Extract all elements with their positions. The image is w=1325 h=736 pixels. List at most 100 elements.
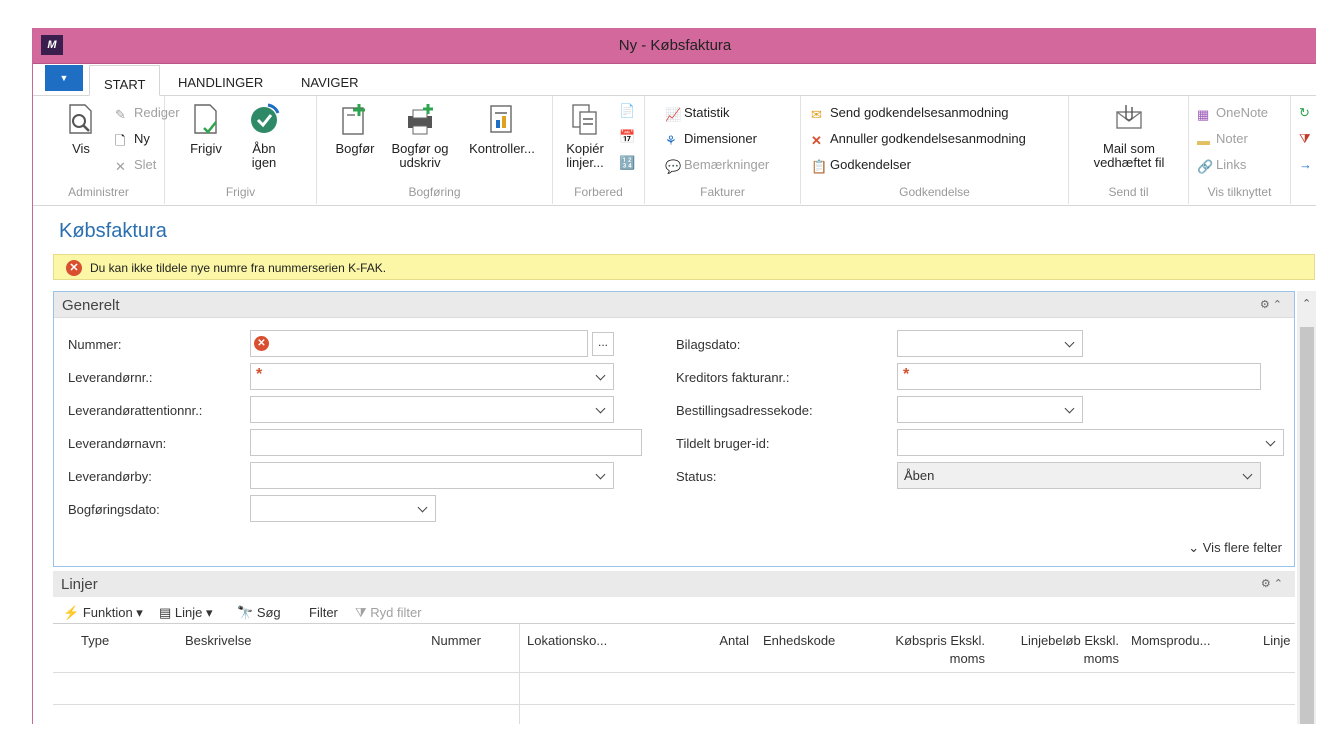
group-godkendelse: ✉ Send godkendelsesanmodning ✕ Annuller go… (801, 96, 1069, 204)
bogfor-button[interactable]: Bogfør (333, 102, 377, 156)
frigiv-button[interactable]: Frigiv (183, 102, 229, 156)
aabn-igen-button[interactable]: Åbn igen (243, 102, 285, 170)
kopier-linjer-button[interactable]: Kopiér linjer... (563, 102, 607, 170)
kreditors-fakturanr-field[interactable]: * (897, 363, 1261, 390)
column-header-momsprodu[interactable]: Momsprodu... (1131, 632, 1210, 650)
group-label: Forbered (574, 185, 623, 199)
column-header-linje[interactable]: Linje (1263, 632, 1290, 650)
links-button[interactable]: 🔗 Links (1197, 156, 1246, 174)
group-label: Vis tilknyttet (1207, 185, 1272, 199)
bogfor-og-udskriv-button[interactable]: Bogfør og udskriv (385, 102, 455, 170)
group-bogforing: Bogfør Bogfør og udskriv Kontroller... Bo… (317, 96, 553, 204)
label-leverandorattention: Leverandørattentionnr.: (68, 403, 203, 418)
section-settings-icon[interactable]: ⚙ ⌃ (1260, 298, 1282, 311)
tab-start[interactable]: START (89, 65, 161, 96)
error-text: Du kan ikke tildele nye numre fra nummer… (90, 261, 387, 275)
annuller-godkendelsesanmodning-button[interactable]: ✕ Annuller godkendelsesanmodning (811, 130, 1026, 148)
bilagsdato-field[interactable] (897, 330, 1083, 357)
nummer-field[interactable]: ✕ (250, 330, 588, 357)
send-godkendelsesanmodning-button[interactable]: ✉ Send godkendelsesanmodning (811, 104, 1009, 122)
email-attachment-icon (1116, 105, 1142, 129)
godkendelser-button[interactable]: 📋 Godkendelser (811, 156, 911, 174)
vis-label: Vis (72, 141, 90, 156)
ny-button[interactable]: 🗋 Ny (115, 130, 150, 148)
leverandornavn-field[interactable] (250, 429, 642, 456)
group-label: Send til (1108, 185, 1149, 199)
ribbon-tabs: ▼ START HANDLINGER NAVIGER (33, 65, 1316, 96)
tab-handlinger[interactable]: HANDLINGER (178, 75, 263, 90)
mail-som-vedhaeftet-fil-button[interactable]: Mail som vedhæftet fil (1079, 102, 1179, 170)
kontroller-button[interactable]: Kontroller... (463, 102, 541, 156)
status-value: Åben (904, 468, 935, 483)
column-header-kobspris[interactable]: Købspris Ekskl. moms (861, 632, 985, 668)
post-icon (342, 104, 365, 135)
leverandorattention-field[interactable] (250, 396, 614, 423)
slet-button[interactable]: ✕ Slet (115, 156, 156, 174)
reopen-icon (251, 103, 280, 133)
section-settings-icon[interactable]: ⚙ ⌃ (1261, 577, 1283, 590)
copy-document-icon[interactable]: 📄 (619, 102, 635, 120)
column-header-enhedskode[interactable]: Enhedskode (763, 632, 835, 650)
scroll-up-icon[interactable]: ⌃ (1302, 297, 1311, 310)
column-header-linjebelob[interactable]: Linjebeløb Ekskl. moms (995, 632, 1119, 668)
app-menu-button[interactable]: ▼ (45, 65, 83, 91)
column-header-lokation[interactable]: Lokationsko... (527, 632, 607, 650)
show-more-fields-link[interactable]: ⌄ Vis flere felter (1188, 540, 1282, 556)
sog-button[interactable]: 🔭 Søg (237, 605, 281, 621)
numbering-icon[interactable]: 🔢 (619, 154, 635, 172)
leverandorby-field[interactable] (250, 462, 614, 489)
funktion-menu[interactable]: ⚡ Funktion ▾ (63, 605, 143, 621)
bogforingsdato-field[interactable] (250, 495, 436, 522)
clear-filter-icon[interactable]: ⧩ (1299, 130, 1311, 148)
label-kreditors-fakturanr: Kreditors fakturanr.: (676, 370, 790, 385)
scrollbar[interactable]: ⌃ (1297, 291, 1316, 724)
label-bogforingsdato: Bogføringsdato: (68, 502, 160, 517)
note-icon: ▬ (1197, 133, 1210, 148)
required-icon: * (903, 366, 910, 383)
dimensioner-button[interactable]: ⚘ Dimensioner (665, 130, 757, 148)
nummer-lookup-button[interactable]: ... (592, 332, 614, 356)
tab-naviger[interactable]: NAVIGER (301, 75, 359, 90)
refresh-icon[interactable]: ↻ (1299, 104, 1310, 122)
leverandornr-field[interactable]: * (250, 363, 614, 390)
bestillingsadressekode-field[interactable] (897, 396, 1083, 423)
new-document-icon: 🗋 (115, 133, 126, 148)
clear-filter-icon: ⧩ (355, 605, 367, 620)
required-icon: * (256, 366, 263, 383)
label-bilagsdato: Bilagsdato: (676, 337, 741, 352)
column-header-type[interactable]: Type (81, 632, 109, 650)
label-nummer: Nummer: (68, 337, 122, 352)
onenote-button[interactable]: ▦ OneNote (1197, 104, 1268, 122)
table-row[interactable] (53, 673, 1295, 704)
calendar-icon[interactable]: 📅 (619, 128, 635, 146)
statistics-icon: 📈 (665, 107, 682, 122)
ribbon: Vis ✎ Rediger 🗋 Ny ✕ Slet Administrer Frigi… (33, 96, 1316, 206)
status-field[interactable]: Åben (897, 462, 1261, 489)
bemaerkninger-button[interactable]: 💬 Bemærkninger (665, 156, 769, 174)
group-fakturer: 📈 Statistik ⚘ Dimensioner 💬 Bemærkninger Fa… (645, 96, 801, 204)
tildelt-bruger-field[interactable] (897, 429, 1284, 456)
label-leverandorby: Leverandørby: (68, 469, 152, 484)
section-title: Generelt (62, 297, 120, 314)
section-header[interactable]: Generelt ⚙ ⌃ (54, 292, 1294, 318)
lines-grid: Type Beskrivelse Nummer Lokationsko... A… (53, 623, 1295, 724)
vis-button[interactable]: Vis (63, 102, 99, 156)
label-leverandornr: Leverandørnr.: (68, 370, 153, 385)
column-header-beskrivelse[interactable]: Beskrivelse (185, 632, 251, 650)
go-to-icon[interactable]: → (1299, 156, 1312, 174)
statistik-button[interactable]: 📈 Statistik (665, 104, 730, 122)
error-icon: ✕ (254, 336, 269, 351)
ryd-filter-button[interactable]: ⧩ Ryd filter (355, 605, 422, 621)
column-header-antal[interactable]: Antal (673, 632, 749, 650)
noter-button[interactable]: ▬ Noter (1197, 130, 1248, 148)
column-header-nummer[interactable]: Nummer (393, 632, 481, 650)
linje-menu[interactable]: ▤ Linje ▾ (159, 605, 213, 621)
scrollbar-thumb[interactable] (1300, 327, 1314, 724)
grid-icon: ▤ (159, 605, 172, 620)
section-title: Linjer (61, 576, 98, 593)
page-title: Købsfaktura (59, 220, 167, 242)
section-header[interactable]: Linjer ⚙ ⌃ (53, 571, 1295, 597)
filter-button[interactable]: Filter (309, 605, 338, 620)
table-row[interactable] (53, 705, 1295, 724)
label-status: Status: (676, 469, 717, 484)
